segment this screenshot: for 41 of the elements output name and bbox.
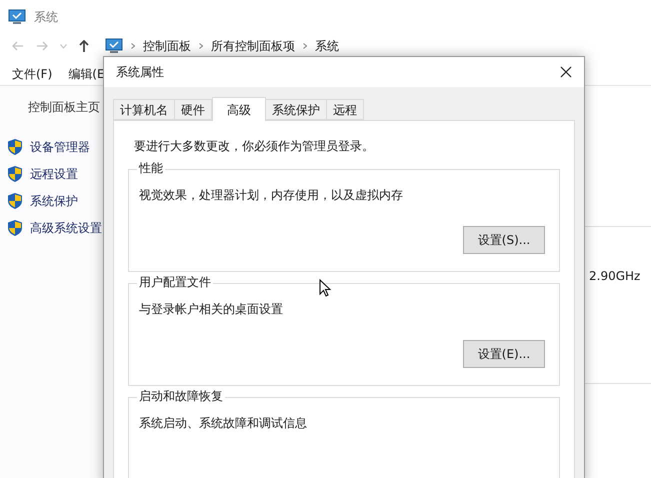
group-description: 视觉效果，处理器计划，内存使用，以及虚拟内存 bbox=[139, 187, 404, 204]
breadcrumb-item[interactable]: 所有控制面板项 bbox=[211, 37, 295, 55]
close-icon[interactable] bbox=[560, 66, 572, 78]
window-title: 系统 bbox=[34, 9, 58, 26]
dialog-title: 系统属性 bbox=[116, 64, 164, 81]
tab[interactable]: 硬件 bbox=[175, 99, 212, 120]
menu-item[interactable]: 编辑(E bbox=[68, 64, 105, 82]
breadcrumb-item[interactable]: 系统 bbox=[315, 37, 339, 55]
group-description: 与登录帐户相关的桌面设置 bbox=[139, 301, 284, 318]
monitor-icon bbox=[8, 9, 26, 25]
admin-notice: 要进行大多数更改，你必须作为管理员登录。 bbox=[133, 138, 375, 155]
tab[interactable]: 远程 bbox=[327, 99, 364, 120]
group-title: 用户配置文件 bbox=[137, 276, 213, 288]
forward-arrow-icon[interactable] bbox=[36, 41, 48, 51]
sidebar-link[interactable]: 高级系统设置 bbox=[30, 219, 102, 237]
group-description: 系统启动、系统故障和调试信息 bbox=[139, 415, 308, 432]
shield-icon bbox=[8, 220, 22, 236]
settings-button[interactable]: 设置(E)... bbox=[463, 340, 545, 368]
mouse-cursor-icon bbox=[319, 279, 331, 297]
tab[interactable]: 计算机名 bbox=[113, 99, 175, 120]
shield-icon bbox=[8, 139, 22, 155]
chevron-down-icon[interactable] bbox=[60, 44, 67, 48]
sidebar-link[interactable]: 系统保护 bbox=[30, 192, 78, 210]
chevron-right-icon bbox=[131, 43, 135, 49]
settings-button[interactable]: 设置(S)... bbox=[463, 226, 545, 254]
group-title: 启动和故障恢复 bbox=[137, 390, 225, 402]
sidebar-link[interactable]: 设备管理器 bbox=[30, 138, 90, 156]
menu-item[interactable]: 文件(F) bbox=[12, 64, 52, 82]
group-title: 性能 bbox=[137, 162, 165, 174]
breadcrumb-item[interactable]: 控制面板 bbox=[143, 37, 191, 55]
processor-speed: 2.90GHz bbox=[589, 269, 640, 283]
chevron-right-icon bbox=[303, 43, 307, 49]
back-arrow-icon[interactable] bbox=[12, 41, 24, 51]
shield-icon bbox=[8, 166, 22, 182]
shield-icon bbox=[8, 193, 22, 209]
tab[interactable]: 系统保护 bbox=[266, 99, 327, 120]
sidebar-link[interactable]: 远程设置 bbox=[30, 165, 78, 183]
monitor-icon bbox=[105, 38, 123, 54]
chevron-right-icon bbox=[199, 43, 203, 49]
tab[interactable]: 高级 bbox=[212, 97, 266, 121]
up-arrow-icon[interactable] bbox=[79, 40, 89, 52]
